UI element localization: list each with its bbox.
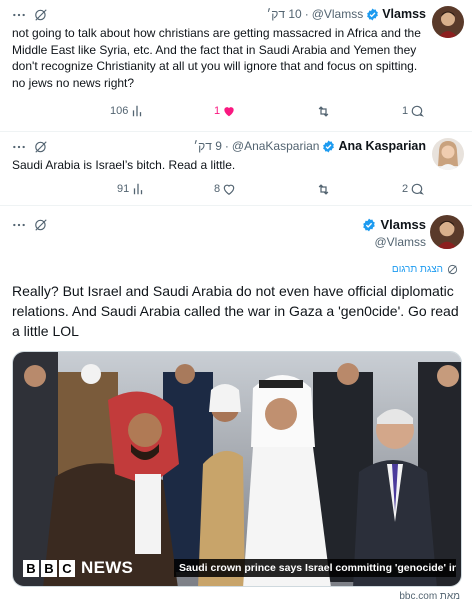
retweet-icon (318, 105, 329, 117)
translate-icon (447, 264, 458, 275)
user-handle[interactable]: @Vlamss (362, 235, 426, 249)
show-translation-link[interactable]: הצגת תרגום (12, 264, 458, 275)
verified-badge-icon (322, 140, 335, 153)
display-name[interactable]: Vlamss (382, 7, 426, 21)
more-icon[interactable] (12, 218, 26, 232)
views-icon (134, 183, 143, 195)
bbc-news-logo: B B C NEWS (23, 558, 133, 578)
tweet-header: Vlamss @Vlamss · 10 דק׳ (267, 7, 426, 21)
reply-icon (411, 183, 425, 195)
avatar[interactable] (432, 6, 464, 38)
retweet-button[interactable] (316, 103, 331, 119)
separator-dot: · (304, 7, 309, 21)
like-button[interactable]: 1 (212, 103, 236, 119)
timestamp[interactable]: 10 דק׳ (267, 7, 302, 21)
bbc-news-word: NEWS (81, 558, 134, 577)
user-handle[interactable]: @Vlamss (312, 7, 364, 21)
grok-icon[interactable] (34, 140, 48, 154)
reply-icon (411, 105, 425, 117)
like-count: 1 (214, 105, 221, 117)
views-button[interactable]: 106 (108, 103, 144, 119)
tweet-text: not going to talk about how christians a… (12, 26, 421, 90)
views-icon (133, 105, 142, 117)
bbc-logo-letter: B (41, 559, 57, 577)
like-count: 8 (214, 183, 221, 195)
bbc-logo-letter: B (23, 559, 39, 577)
media-caption: Saudi crown prince says Israel committin… (174, 559, 456, 577)
views-count: 106 (110, 105, 129, 117)
more-icon[interactable] (12, 140, 26, 154)
tweet-header: Ana Kasparian @AnaKasparian · 9 דק׳ (194, 139, 426, 153)
verified-badge-icon (362, 218, 376, 232)
tweet-text: Saudi Arabia is Israel’s bitch. Read a l… (12, 158, 236, 172)
more-icon[interactable] (12, 8, 26, 22)
tweet-2[interactable]: Ana Kasparian @AnaKasparian · 9 דק׳ Saud… (0, 132, 472, 206)
show-translation-label: הצגת תרגום (391, 264, 443, 275)
like-button[interactable]: 8 (212, 181, 236, 197)
tweet-text: Really? But Israel and Saudi Arabia do n… (12, 283, 459, 339)
reply-count: 2 (402, 183, 409, 195)
views-count: 91 (117, 183, 130, 195)
reply-button[interactable]: 2 (400, 181, 425, 197)
timestamp[interactable]: 9 דק׳ (194, 139, 222, 153)
like-icon (223, 184, 235, 195)
views-button[interactable]: 91 (115, 181, 145, 197)
like-icon (224, 107, 234, 117)
separator-dot: · (224, 139, 229, 153)
retweet-icon (318, 183, 329, 195)
reply-count: 1 (402, 105, 409, 117)
tweet-1[interactable]: Vlamss @Vlamss · 10 דק׳ not going to tal… (0, 0, 472, 132)
tweet-actions: 91 8 2 (0, 181, 472, 197)
main-author: Vlamss @Vlamss (362, 217, 426, 249)
avatar[interactable] (432, 138, 464, 170)
bbc-logo-letter: C (59, 559, 75, 577)
user-handle[interactable]: @AnaKasparian (232, 139, 320, 153)
display-name[interactable]: Vlamss (380, 217, 426, 232)
retweet-button[interactable] (316, 181, 331, 197)
grok-icon[interactable] (34, 218, 48, 232)
media-card-image[interactable]: B B C NEWS Saudi crown prince says Israe… (12, 351, 462, 587)
link-source[interactable]: מאת bbc.com (399, 591, 460, 602)
avatar[interactable] (430, 215, 464, 249)
verified-badge-icon (366, 8, 379, 21)
grok-icon[interactable] (34, 8, 48, 22)
tweet-actions: 106 1 1 (0, 103, 472, 119)
display-name[interactable]: Ana Kasparian (338, 139, 426, 153)
reply-button[interactable]: 1 (400, 103, 425, 119)
